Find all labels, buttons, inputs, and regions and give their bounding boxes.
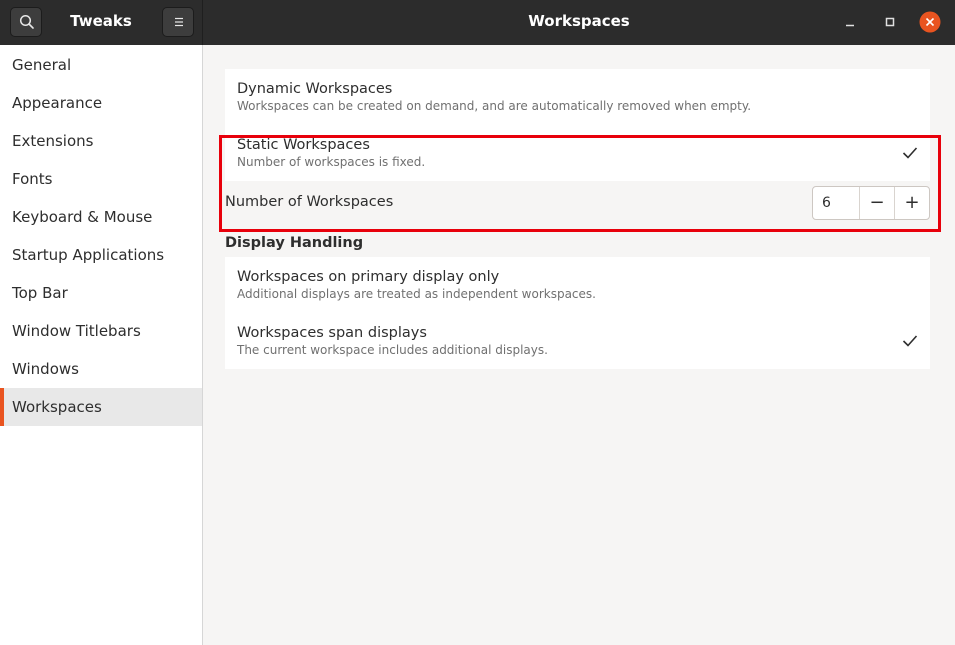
number-of-workspaces-row: Number of Workspaces 6 − + xyxy=(225,181,930,225)
menu-button[interactable] xyxy=(162,7,194,37)
number-of-workspaces-spinner[interactable]: 6 − + xyxy=(812,186,930,220)
sidebar-item-workspaces[interactable]: Workspaces xyxy=(0,388,202,426)
sidebar-item-extensions[interactable]: Extensions xyxy=(0,122,202,160)
sidebar-item-fonts[interactable]: Fonts xyxy=(0,160,202,198)
sidebar-item-startup-applications[interactable]: Startup Applications xyxy=(0,236,202,274)
sidebar-item-label: Extensions xyxy=(12,132,94,150)
sidebar-item-label: Workspaces xyxy=(12,398,102,416)
tweaks-window: Tweaks Workspaces General Appearance Ext… xyxy=(0,0,955,645)
sidebar-item-label: Windows xyxy=(12,360,79,378)
decrement-button[interactable]: − xyxy=(859,187,894,219)
checkmark-icon xyxy=(902,335,918,347)
number-of-workspaces-label: Number of Workspaces xyxy=(225,194,394,210)
sidebar-header: Tweaks xyxy=(0,0,203,45)
option-title: Workspaces span displays xyxy=(237,325,427,341)
sidebar-item-keyboard-mouse[interactable]: Keyboard & Mouse xyxy=(0,198,202,236)
sidebar-item-label: Keyboard & Mouse xyxy=(12,208,153,226)
option-title: Workspaces on primary display only xyxy=(237,269,500,285)
option-subtitle: Number of workspaces is fixed. xyxy=(237,155,426,169)
sidebar-item-window-titlebars[interactable]: Window Titlebars xyxy=(0,312,202,350)
option-subtitle: Workspaces can be created on demand, and… xyxy=(237,99,752,113)
header-bar: Tweaks Workspaces xyxy=(0,0,955,45)
primary-display-only-option[interactable]: Workspaces on primary display only Addit… xyxy=(225,257,930,313)
workspaces-panel: Dynamic Workspaces Workspaces can be cre… xyxy=(203,45,955,645)
option-title: Static Workspaces xyxy=(237,137,370,153)
minimize-icon xyxy=(846,24,854,27)
sidebar-item-general[interactable]: General xyxy=(0,46,202,84)
close-icon xyxy=(919,11,941,33)
sidebar-item-label: Appearance xyxy=(12,94,103,112)
checkmark-icon xyxy=(902,147,918,159)
sidebar-item-label: Startup Applications xyxy=(12,246,165,264)
span-displays-option[interactable]: Workspaces span displays The current wor… xyxy=(225,313,930,369)
option-subtitle: Additional displays are treated as indep… xyxy=(237,287,596,301)
search-icon xyxy=(19,14,34,29)
spinner-value[interactable]: 6 xyxy=(813,187,859,219)
increment-button[interactable]: + xyxy=(894,187,929,219)
display-handling-heading: Display Handling xyxy=(225,235,364,251)
sidebar-item-appearance[interactable]: Appearance xyxy=(0,84,202,122)
maximize-icon xyxy=(885,17,895,27)
static-workspaces-option[interactable]: Static Workspaces Number of workspaces i… xyxy=(225,125,930,181)
app-title: Tweaks xyxy=(70,12,132,30)
sidebar-item-top-bar[interactable]: Top Bar xyxy=(0,274,202,312)
close-button[interactable] xyxy=(919,11,941,33)
sidebar-item-label: General xyxy=(12,56,72,74)
sidebar: General Appearance Extensions Fonts Keyb… xyxy=(0,45,203,645)
sidebar-item-windows[interactable]: Windows xyxy=(0,350,202,388)
maximize-button[interactable] xyxy=(879,11,901,33)
minimize-button[interactable] xyxy=(839,11,861,33)
dynamic-workspaces-option[interactable]: Dynamic Workspaces Workspaces can be cre… xyxy=(225,69,930,125)
sidebar-item-label: Fonts xyxy=(12,170,53,188)
selection-accent xyxy=(0,388,4,426)
sidebar-item-label: Top Bar xyxy=(12,284,68,302)
option-title: Dynamic Workspaces xyxy=(237,81,393,97)
search-button[interactable] xyxy=(10,7,42,37)
option-subtitle: The current workspace includes additiona… xyxy=(237,343,548,357)
hamburger-menu-icon xyxy=(175,17,183,27)
sidebar-item-label: Window Titlebars xyxy=(12,322,141,340)
